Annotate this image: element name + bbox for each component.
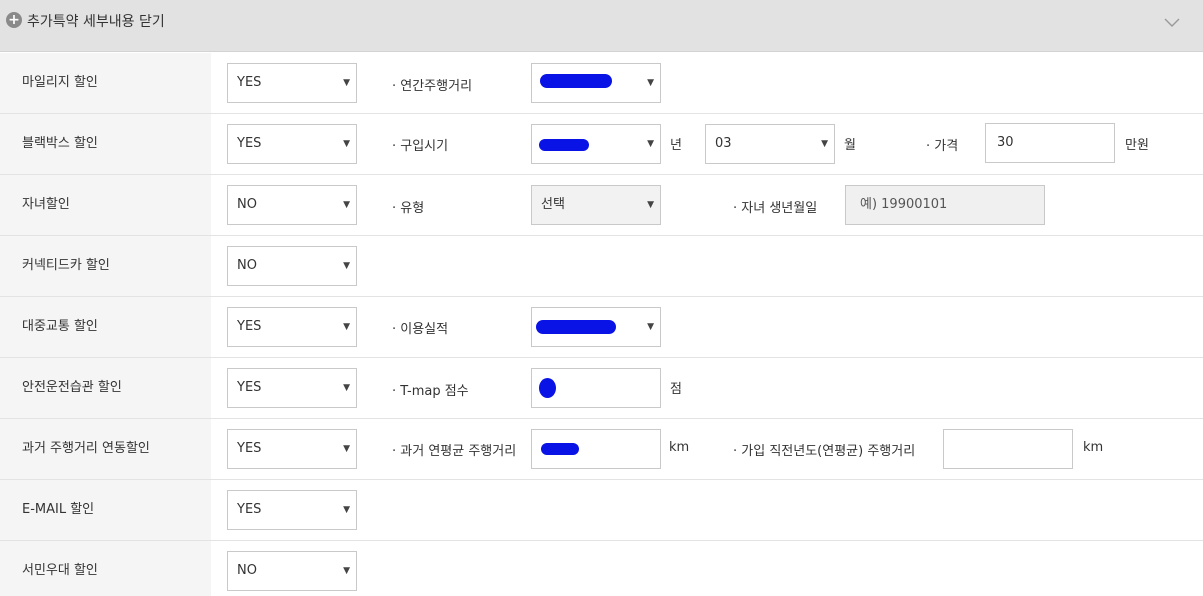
select-value: NO (237, 258, 257, 273)
row-low-income-discount: 서민우대 할인 NO ▼ (0, 541, 1203, 596)
row-past-distance-discount: 과거 주행거리 연동할인 YES ▼ · 과거 연평균 주행거리 km · 가입 … (0, 419, 1203, 480)
past-average-distance-input[interactable] (531, 429, 661, 469)
tmap-score-label: · T-map 점수 (392, 384, 469, 399)
row-label: 커넥티드카 할인 (0, 236, 211, 296)
row-label: 마일리지 할인 (0, 53, 211, 113)
distance-unit: km (1083, 440, 1104, 455)
dropdown-arrow-icon: ▼ (647, 322, 654, 332)
child-discount-select[interactable]: NO ▼ (227, 185, 357, 225)
public-transit-discount-select[interactable]: YES ▼ (227, 307, 357, 347)
price-label: · 가격 (926, 139, 959, 154)
select-value: YES (237, 319, 262, 334)
select-value: 선택 (541, 197, 565, 212)
dropdown-arrow-icon: ▼ (343, 566, 350, 576)
purchase-year-select[interactable]: ▼ (531, 124, 661, 164)
select-value: YES (237, 441, 262, 456)
dropdown-arrow-icon: ▼ (343, 322, 350, 332)
price-input[interactable]: 30 (985, 123, 1115, 163)
tmap-score-input[interactable] (531, 368, 661, 408)
purchase-date-label: · 구입시기 (392, 139, 449, 154)
past-distance-discount-select[interactable]: YES ▼ (227, 429, 357, 469)
dropdown-arrow-icon: ▼ (343, 200, 350, 210)
select-value: YES (237, 380, 262, 395)
redaction-mark (541, 443, 579, 455)
row-blackbox-discount: 블랙박스 할인 YES ▼ · 구입시기 ▼ 년 03 ▼ 월 · 가격 30 만원 (0, 114, 1203, 175)
dropdown-arrow-icon: ▼ (343, 444, 350, 454)
special-terms-toggle-bar[interactable]: + 추가특약 세부내용 닫기 (0, 0, 1203, 52)
child-birthdate-input[interactable]: 예) 19900101 (845, 185, 1045, 225)
dropdown-arrow-icon: ▼ (647, 139, 654, 149)
usage-record-select[interactable]: ▼ (531, 307, 661, 347)
dropdown-arrow-icon: ▼ (343, 505, 350, 515)
dropdown-arrow-icon: ▼ (821, 139, 828, 149)
annual-distance-label: · 연간주행거리 (392, 79, 473, 94)
previous-year-distance-input[interactable] (943, 429, 1073, 469)
child-type-select[interactable]: 선택 ▼ (531, 185, 661, 225)
year-unit: 년 (670, 138, 682, 153)
row-child-discount: 자녀할인 NO ▼ · 유형 선택 ▼ · 자녀 생년월일 예) 19900101 (0, 175, 1203, 236)
score-unit: 점 (670, 382, 682, 397)
row-label: E-MAIL 할인 (0, 480, 211, 540)
dropdown-arrow-icon: ▼ (647, 78, 654, 88)
row-label: 대중교통 할인 (0, 297, 211, 357)
redaction-mark (539, 378, 556, 398)
type-label: · 유형 (392, 201, 425, 216)
dropdown-arrow-icon: ▼ (343, 383, 350, 393)
select-value: 03 (715, 136, 732, 151)
dropdown-arrow-icon: ▼ (343, 139, 350, 149)
select-value: NO (237, 563, 257, 578)
row-mileage-discount: 마일리지 할인 YES ▼ · 연간주행거리 ▼ (0, 53, 1203, 114)
connected-car-discount-select[interactable]: NO ▼ (227, 246, 357, 286)
past-average-distance-label: · 과거 연평균 주행거리 (392, 444, 517, 459)
row-email-discount: E-MAIL 할인 YES ▼ (0, 480, 1203, 541)
dropdown-arrow-icon: ▼ (343, 78, 350, 88)
redaction-mark (536, 320, 616, 334)
blackbox-discount-select[interactable]: YES ▼ (227, 124, 357, 164)
chevron-down-icon[interactable] (1163, 13, 1181, 31)
row-label: 안전운전습관 할인 (0, 358, 211, 418)
child-birthdate-label: · 자녀 생년월일 (733, 201, 818, 216)
price-unit: 만원 (1125, 138, 1149, 153)
dropdown-arrow-icon: ▼ (343, 261, 350, 271)
row-label: 자녀할인 (0, 175, 211, 235)
row-label: 서민우대 할인 (0, 541, 211, 596)
special-terms-toggle-title: 추가특약 세부내용 닫기 (27, 14, 165, 30)
distance-unit: km (669, 440, 690, 455)
mileage-discount-select[interactable]: YES ▼ (227, 63, 357, 103)
select-value: YES (237, 502, 262, 517)
row-connected-car-discount: 커넥티드카 할인 NO ▼ (0, 236, 1203, 297)
row-label: 과거 주행거리 연동할인 (0, 419, 211, 479)
month-unit: 월 (844, 138, 856, 153)
email-discount-select[interactable]: YES ▼ (227, 490, 357, 530)
plus-circle-icon: + (6, 12, 22, 28)
redaction-mark (539, 139, 589, 151)
select-value: YES (237, 75, 262, 90)
low-income-discount-select[interactable]: NO ▼ (227, 551, 357, 591)
redaction-mark (540, 74, 612, 88)
row-label: 블랙박스 할인 (0, 114, 211, 174)
row-public-transit-discount: 대중교통 할인 YES ▼ · 이용실적 ▼ (0, 297, 1203, 358)
purchase-month-select[interactable]: 03 ▼ (705, 124, 835, 164)
annual-distance-select[interactable]: ▼ (531, 63, 661, 103)
select-value: YES (237, 136, 262, 151)
usage-record-label: · 이용실적 (392, 322, 449, 337)
previous-year-distance-label: · 가입 직전년도(연평균) 주행거리 (733, 444, 916, 459)
select-value: NO (237, 197, 257, 212)
dropdown-arrow-icon: ▼ (647, 200, 654, 210)
row-safe-driving-discount: 안전운전습관 할인 YES ▼ · T-map 점수 점 (0, 358, 1203, 419)
safe-driving-discount-select[interactable]: YES ▼ (227, 368, 357, 408)
